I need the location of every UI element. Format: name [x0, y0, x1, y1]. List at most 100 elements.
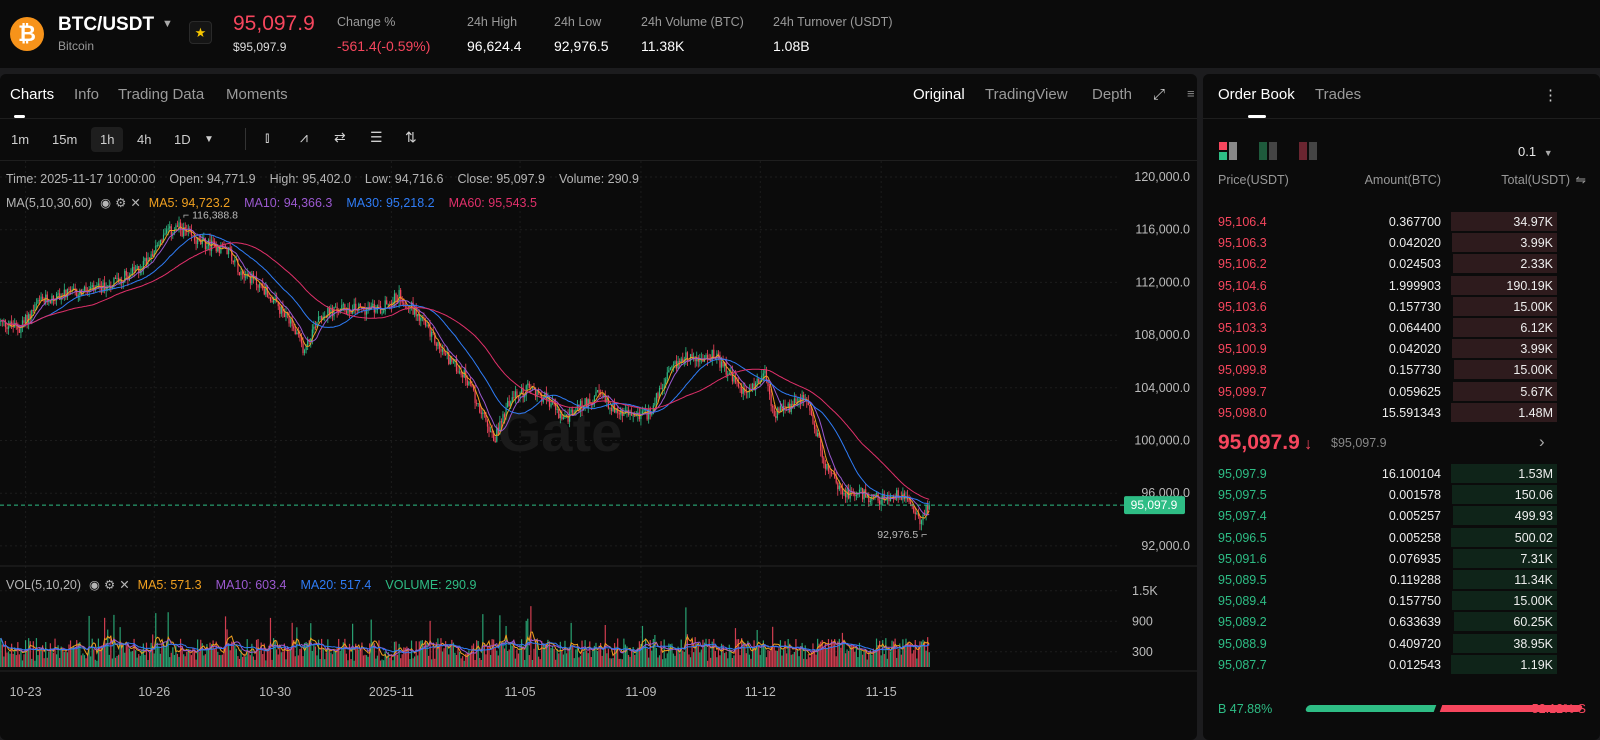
candle-body — [679, 361, 681, 363]
timeframe-4h[interactable]: 4h — [137, 132, 151, 147]
timeframe-1m[interactable]: 1m — [11, 132, 29, 147]
candle-body — [259, 283, 261, 288]
settings-icon[interactable]: ⚙ — [115, 196, 126, 210]
settings-icon[interactable]: ⚙ — [104, 578, 115, 592]
volume-bar — [434, 658, 436, 667]
bid-row[interactable]: 95,089.2 0.633639 60.25K — [1210, 612, 1560, 632]
candle-body — [97, 283, 100, 286]
candle-type-icon[interactable]: ⫾ — [265, 129, 269, 146]
favorite-star-icon[interactable]: ★ — [189, 21, 212, 44]
candle-body — [502, 414, 504, 423]
eye-icon[interactable]: ◉ — [100, 196, 111, 210]
tab-moments[interactable]: Moments — [226, 86, 288, 103]
fullscreen-icon[interactable]: ⤢ — [1153, 86, 1165, 103]
ask-row[interactable]: 95,104.6 1.999903 190.19K — [1210, 275, 1560, 296]
volume-bar — [795, 639, 797, 667]
volume-bar — [508, 649, 510, 667]
price-chart[interactable]: 120,000.0 116,000.0 112,000.0 108,000.0 104,… — [0, 161, 1197, 706]
candle-body — [662, 388, 664, 390]
bid-row[interactable]: 95,088.9 0.409720 38.95K — [1210, 633, 1560, 654]
candle-body — [431, 331, 433, 337]
tab-tradingview[interactable]: TradingView — [985, 86, 1068, 103]
volume-bar — [778, 648, 780, 667]
candle-body — [488, 426, 490, 432]
chevron-down-icon[interactable]: ▼ — [162, 18, 173, 30]
bid-row[interactable]: 95,096.5 0.005258 500.02 — [1210, 527, 1560, 548]
volume-bar — [866, 659, 868, 667]
volume-bar — [32, 641, 34, 667]
timeframe-1h[interactable]: 1h — [91, 127, 124, 152]
ask-row[interactable]: 95,099.8 0.157730 15.00K — [1210, 360, 1560, 380]
candle-body — [271, 300, 273, 303]
ohlc-info: Time: 2025-11-17 10:00:00 Open: 94,771.9 H… — [6, 172, 639, 186]
ask-row[interactable]: 95,106.4 0.367700 34.97K — [1210, 212, 1560, 232]
tab-order-book[interactable]: Order Book — [1218, 86, 1295, 103]
amount: 0.157730 — [1388, 299, 1441, 314]
candle-body — [634, 415, 636, 417]
timeframe-1d[interactable]: 1D — [174, 132, 191, 147]
bid-row[interactable]: 95,089.4 0.157750 15.00K — [1210, 591, 1560, 611]
tab-original[interactable]: Original — [913, 86, 965, 103]
view-bids-icon[interactable] — [1259, 142, 1279, 160]
pair-selector[interactable]: BTC/USDT — [58, 14, 154, 36]
volume-bar — [88, 615, 90, 667]
candle-body — [742, 388, 744, 394]
volume-bar — [694, 637, 696, 667]
volume-bar — [124, 652, 126, 667]
chevron-right-icon[interactable]: › — [1539, 432, 1545, 452]
precision-select[interactable]: 0.1 ▼ — [1518, 144, 1553, 159]
candle-body — [181, 229, 183, 237]
tab-depth[interactable]: Depth — [1092, 86, 1132, 103]
drawing-tools-icon[interactable]: ☰ — [370, 129, 383, 146]
volume-bar — [863, 651, 865, 667]
price: 95,089.2 — [1218, 615, 1267, 630]
ma60-line — [0, 242, 930, 500]
volume-bar — [494, 647, 496, 667]
volume-bar — [184, 656, 186, 667]
bid-row[interactable]: 95,089.5 0.119288 11.34K — [1210, 570, 1560, 590]
tab-info[interactable]: Info — [74, 86, 99, 103]
volume-bar — [376, 655, 379, 667]
candle-body — [119, 280, 121, 283]
candle-body — [372, 303, 374, 306]
ask-row[interactable]: 95,098.0 15.591343 1.48M — [1210, 402, 1560, 423]
candle-body — [596, 389, 599, 392]
x-tick-label: 10-26 — [138, 685, 170, 699]
timeframe-15m[interactable]: 15m — [52, 132, 77, 147]
timeframe-dropdown-icon[interactable]: ▼ — [204, 134, 214, 145]
amount: 0.119288 — [1389, 573, 1441, 587]
close-icon[interactable]: ✕ — [119, 578, 129, 592]
tab-trading-data[interactable]: Trading Data — [118, 86, 204, 103]
ask-row[interactable]: 95,103.3 0.064400 6.12K — [1210, 318, 1560, 338]
view-both-icon[interactable] — [1219, 142, 1239, 160]
volume-bar — [313, 644, 315, 667]
bid-row[interactable]: 95,087.7 0.012543 1.19K — [1210, 654, 1560, 675]
bid-row[interactable]: 95,097.5 0.001578 150.06 — [1210, 485, 1560, 505]
toggle-total-icon[interactable]: ⇋ — [1576, 172, 1586, 187]
total: 34.97K — [1513, 215, 1553, 229]
volume-bar — [460, 658, 462, 667]
candle-body — [595, 391, 597, 397]
more-icon[interactable]: ⋮ — [1543, 86, 1558, 104]
ask-row[interactable]: 95,100.9 0.042020 3.99K — [1210, 339, 1560, 359]
volume-bar — [607, 648, 609, 667]
volume-bar — [919, 641, 921, 667]
tab-charts[interactable]: Charts — [10, 86, 54, 103]
eye-icon[interactable]: ◉ — [89, 578, 100, 592]
candle-body — [655, 393, 658, 403]
ask-row[interactable]: 95,103.6 0.157730 15.00K — [1210, 296, 1560, 317]
bid-row[interactable]: 95,097.9 16.100104 1.53M — [1210, 464, 1560, 484]
close-icon[interactable]: ✕ — [130, 196, 140, 210]
ask-row[interactable]: 95,106.3 0.042020 3.99K — [1210, 233, 1560, 253]
indicators-icon[interactable]: ⩘ — [300, 129, 308, 146]
tab-trades[interactable]: Trades — [1315, 86, 1361, 103]
ask-row[interactable]: 95,099.7 0.059625 5.67K — [1210, 381, 1560, 402]
ask-row[interactable]: 95,106.2 0.024503 2.33K — [1210, 254, 1560, 274]
volume-bar — [689, 657, 692, 667]
settings-sliders-icon[interactable]: ⇄ — [334, 129, 346, 146]
menu-icon[interactable]: ≡ — [1187, 86, 1195, 101]
view-asks-icon[interactable] — [1299, 142, 1319, 160]
bid-row[interactable]: 95,097.4 0.005257 499.93 — [1210, 506, 1560, 526]
swap-icon[interactable]: ⇅ — [405, 129, 417, 146]
bid-row[interactable]: 95,091.6 0.076935 7.31K — [1210, 548, 1560, 569]
